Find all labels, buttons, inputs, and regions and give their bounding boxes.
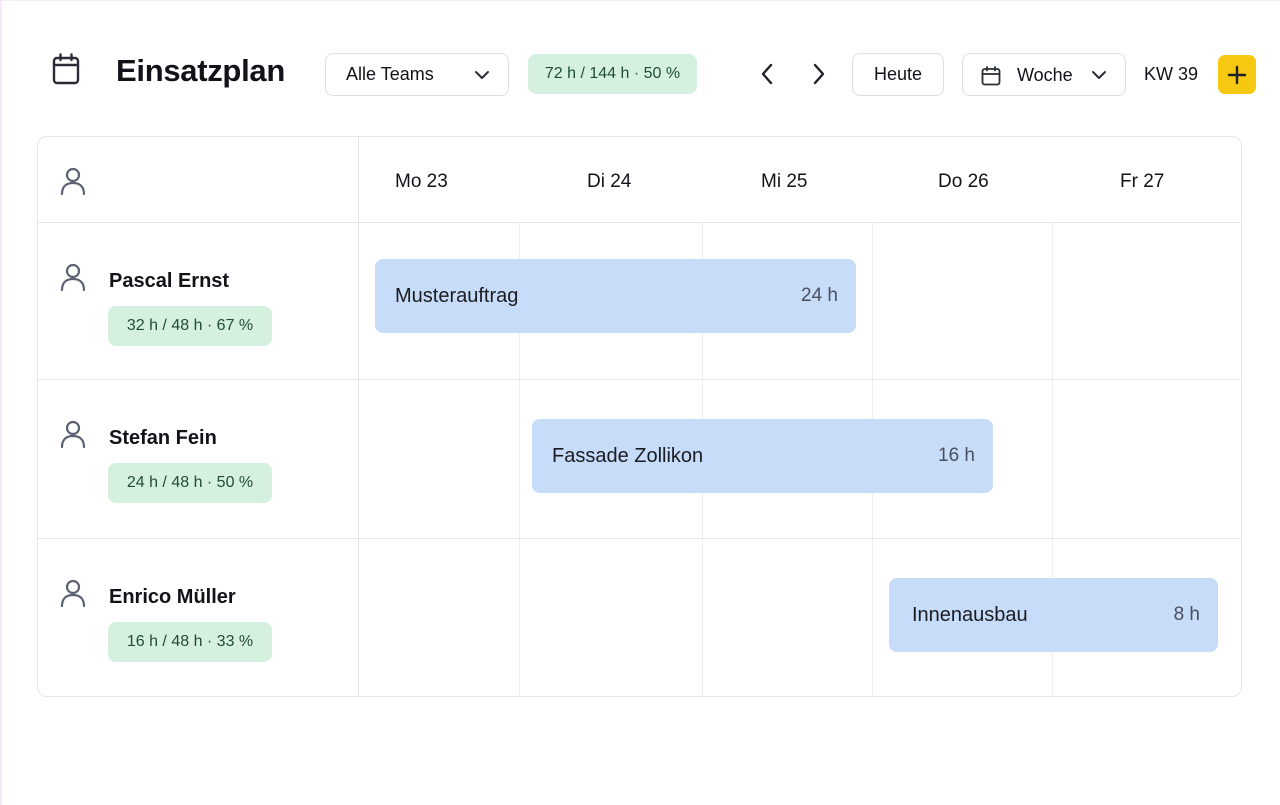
today-button[interactable]: Heute xyxy=(852,53,944,96)
person-name: Stefan Fein xyxy=(109,427,217,449)
person-capacity-badge: 32 h / 48 h · 67 % xyxy=(108,306,272,346)
assignment-title: Fassade Zollikon xyxy=(552,444,704,467)
view-mode-label: Woche xyxy=(1017,65,1073,85)
user-icon xyxy=(60,167,86,195)
assignment-bar[interactable]: Musterauftrag 24 h xyxy=(375,259,856,333)
add-assignment-button[interactable] xyxy=(1218,55,1256,94)
person-name: Enrico Müller xyxy=(109,586,236,608)
next-week-button[interactable] xyxy=(806,60,832,88)
user-icon xyxy=(60,579,86,607)
calendar-icon xyxy=(981,66,1001,86)
schedule-grid: Mo 23 Di 24 Mi 25 Do 26 Fr 27 Pascal Ern… xyxy=(37,136,1242,697)
row-divider xyxy=(38,379,1241,380)
calendar-icon xyxy=(52,53,80,85)
person-capacity-badge: 24 h / 48 h · 50 % xyxy=(108,463,272,503)
header-row-divider xyxy=(38,222,1241,223)
day-header-di: Di 24 xyxy=(587,171,632,192)
assignment-bar[interactable]: Innenausbau 8 h xyxy=(889,578,1218,652)
header: Einsatzplan Alle Teams 72 h / 144 h · 50… xyxy=(0,0,1280,140)
day-header-mi: Mi 25 xyxy=(761,171,808,192)
person-capacity-badge: 16 h / 48 h · 33 % xyxy=(108,622,272,662)
chevron-left-icon xyxy=(761,63,773,85)
person-name: Pascal Ernst xyxy=(109,270,230,292)
day-header-do: Do 26 xyxy=(938,171,989,192)
assignment-title: Musterauftrag xyxy=(395,284,519,307)
chevron-right-icon xyxy=(813,63,825,85)
assignment-hours: 24 h xyxy=(801,285,838,306)
assignment-title: Innenausbau xyxy=(912,603,1028,626)
day-header-mo: Mo 23 xyxy=(395,171,448,192)
total-capacity-badge: 72 h / 144 h · 50 % xyxy=(528,54,697,94)
previous-week-button[interactable] xyxy=(754,60,780,88)
assignment-hours: 8 h xyxy=(1173,604,1200,625)
chevron-down-icon xyxy=(475,71,489,79)
day-header-fr: Fr 27 xyxy=(1120,171,1165,192)
week-number-label: KW 39 xyxy=(1144,64,1199,84)
user-icon xyxy=(60,263,86,291)
chevron-down-icon xyxy=(1092,71,1106,79)
user-icon xyxy=(60,420,86,448)
plus-icon xyxy=(1227,65,1247,84)
people-column-divider xyxy=(358,137,359,696)
assignment-bar[interactable]: Fassade Zollikon 16 h xyxy=(532,419,993,493)
view-mode-select[interactable]: Woche xyxy=(962,53,1126,96)
page-title: Einsatzplan xyxy=(116,53,285,88)
assignment-hours: 16 h xyxy=(938,445,975,466)
team-filter-select[interactable]: Alle Teams xyxy=(325,53,509,96)
row-divider xyxy=(38,538,1241,539)
team-filter-label: Alle Teams xyxy=(346,64,434,84)
